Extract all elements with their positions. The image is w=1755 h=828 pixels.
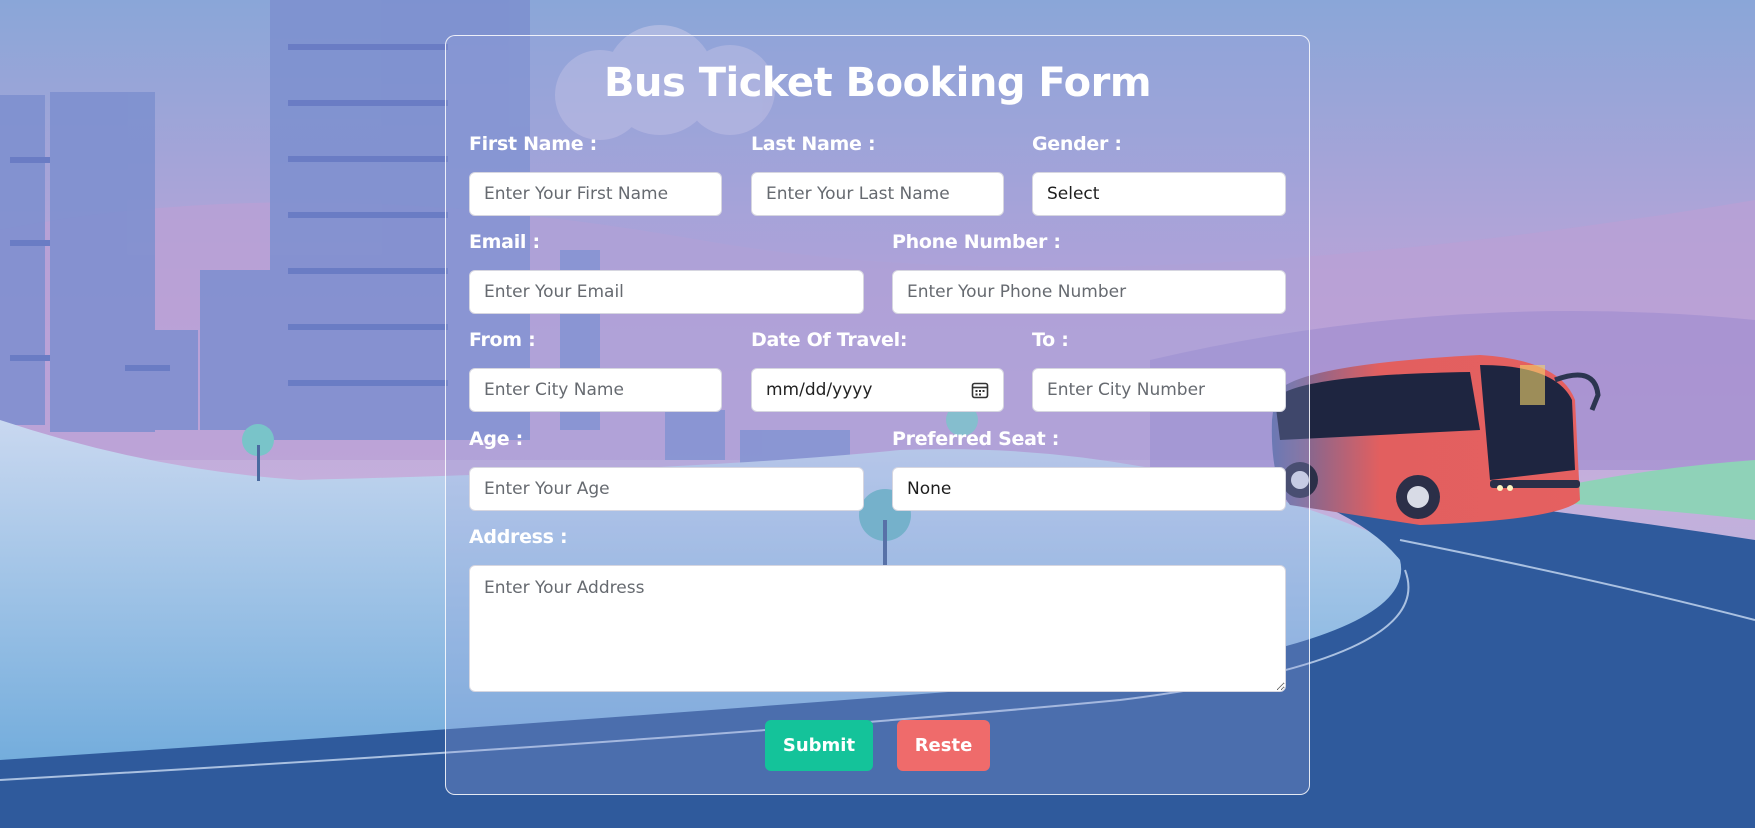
bus-illustration: [1271, 355, 1601, 525]
email-label: Email :: [469, 231, 540, 253]
to-city-input[interactable]: [1032, 368, 1286, 412]
age-input[interactable]: [469, 467, 864, 511]
date-value: mm/dd/yyyy: [766, 380, 873, 400]
gender-select-value: Select: [1047, 184, 1100, 204]
gender-select[interactable]: Select: [1032, 172, 1286, 216]
to-label: To :: [1032, 329, 1069, 351]
gender-label: Gender :: [1032, 133, 1122, 155]
preferred-seat-label: Preferred Seat :: [892, 428, 1060, 450]
first-name-label: First Name :: [469, 133, 597, 155]
calendar-icon[interactable]: [971, 381, 989, 399]
email-input[interactable]: [469, 270, 864, 314]
from-city-input[interactable]: [469, 368, 722, 412]
last-name-input[interactable]: [751, 172, 1004, 216]
reset-button[interactable]: Reste: [897, 720, 990, 771]
date-of-travel-label: Date Of Travel:: [751, 329, 908, 351]
address-textarea[interactable]: [469, 565, 1286, 692]
form-title: Bus Ticket Booking Form: [604, 60, 1152, 106]
phone-number-input[interactable]: [892, 270, 1286, 314]
first-name-input[interactable]: [469, 172, 722, 216]
from-label: From :: [469, 329, 536, 351]
date-of-travel-input[interactable]: mm/dd/yyyy: [751, 368, 1004, 412]
last-name-label: Last Name :: [751, 133, 876, 155]
preferred-seat-select[interactable]: None: [892, 467, 1286, 511]
age-label: Age :: [469, 428, 523, 450]
phone-number-label: Phone Number :: [892, 231, 1061, 253]
submit-button[interactable]: Submit: [765, 720, 873, 771]
address-label: Address :: [469, 526, 568, 548]
preferred-seat-value: None: [907, 479, 952, 499]
